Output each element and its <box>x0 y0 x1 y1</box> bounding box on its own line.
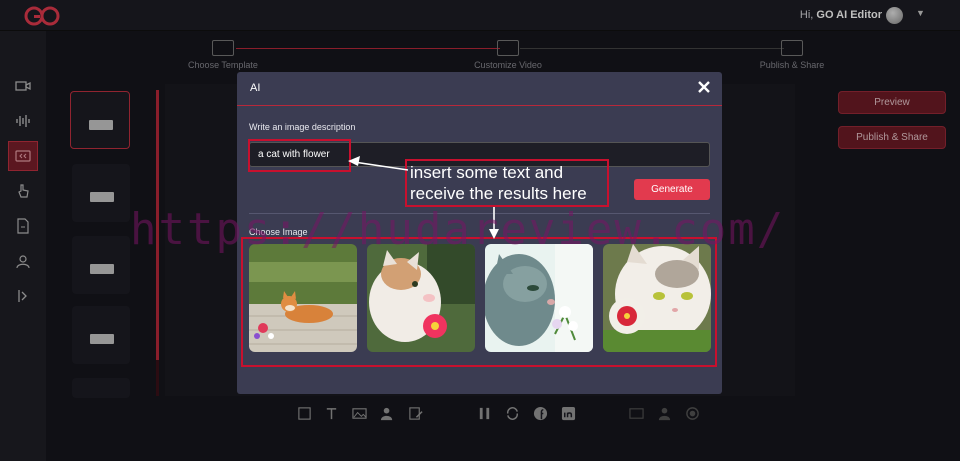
generate-button[interactable]: Generate <box>634 179 710 200</box>
annotation-line-2: receive the results here <box>410 184 587 203</box>
modal-title: AI <box>250 82 261 94</box>
description-label: Write an image description <box>249 122 356 132</box>
annotation-highlight-results <box>241 237 717 367</box>
close-icon[interactable] <box>696 79 712 95</box>
modal-header: AI <box>237 72 722 106</box>
watermark-text: https://hudareview.com/ <box>130 204 786 255</box>
annotation-arrow-left <box>348 156 409 171</box>
annotation-highlight-input <box>248 139 351 172</box>
annotation-text: insert some text and receive the results… <box>410 162 610 204</box>
annotation-line-1: insert some text and <box>410 163 564 182</box>
